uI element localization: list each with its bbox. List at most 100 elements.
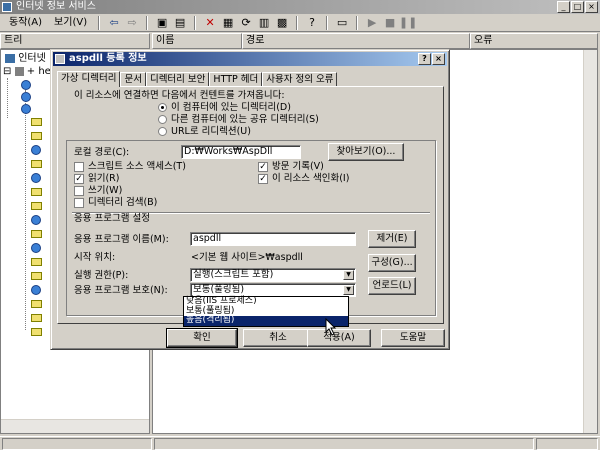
apply-button[interactable]: 적용(A) [307,329,371,347]
folder-icon [31,300,42,308]
app-name-label: 응용 프로그램 이름(M): [74,234,169,245]
radio-local-directory-label: 이 컴퓨터에 있는 디렉터리(D) [171,102,291,113]
checkbox-write-label: 쓰기(W) [88,185,123,196]
forward-arrow-icon[interactable]: ⇨ [124,15,140,30]
refresh-icon[interactable]: ⟳ [238,15,254,30]
website-globe-icon [21,80,31,90]
tree-header[interactable]: 트리 [0,33,150,49]
menu-toolbar: 동작(A) 보기(V) ⇦ ⇨ ▣ ▤ ✕ ▦ ⟳ ▥ ▩ ? ▭ ▶ ■ ❚❚ [0,14,600,32]
menu-action[interactable]: 동작(A) [4,16,47,30]
pause-icon[interactable]: ❚❚ [399,15,417,30]
start-point-value: <기본 웹 사이트>₩aspdll [191,252,303,263]
checkbox-script-source[interactable] [74,162,84,172]
app-settings-heading: 응용 프로그램 설정 [74,213,150,224]
checkbox-directory-browsing-label: 디렉터리 검색(B) [88,197,158,208]
folder-icon [31,230,42,238]
browse-button[interactable]: 찾아보기(O)... [328,143,404,161]
delete-icon[interactable]: ✕ [202,15,218,30]
tree-horizontal-scrollbar[interactable] [1,419,149,433]
properties-icon[interactable]: ▦ [220,15,236,30]
virtual-dir-icon [31,145,41,155]
folder-icon [31,188,42,196]
tree-item-root[interactable]: 인터넷 [5,53,46,65]
option-high[interactable]: 높음(격리됨) [184,315,348,326]
checkbox-index-resource[interactable]: ✓ [258,174,268,184]
folder-icon [31,328,42,336]
help-icon[interactable]: ? [304,15,320,30]
ok-button[interactable]: 확인 [166,328,238,348]
export-icon[interactable]: ▥ [256,15,272,30]
maximize-button[interactable]: □ [571,1,584,13]
dialog-titlebar: aspdll 등록 정보 ? × [53,52,447,66]
minimize-button[interactable]: _ [557,1,570,13]
folder-icon [31,272,42,280]
stop-icon[interactable]: ■ [382,15,398,30]
folder-icon [31,258,42,266]
radio-url-redirect[interactable] [158,127,167,136]
configure-button[interactable]: 구성(G)... [368,254,416,272]
checkbox-write[interactable] [74,186,84,196]
tab-documents[interactable]: 문서 [120,72,146,86]
iis-root-icon [5,53,15,63]
website-globe-icon [21,92,31,102]
exec-permissions-select[interactable]: 실행(스크립트 포함) ▼ [190,268,356,282]
folder-icon [31,160,42,168]
checkbox-read[interactable]: ✓ [74,174,84,184]
menu-view[interactable]: 보기(V) [49,16,92,30]
remove-button[interactable]: 제거(E) [368,230,416,248]
checkbox-script-source-label: 스크립트 소스 액세스(T) [88,161,186,172]
checkbox-log-visits[interactable]: ✓ [258,162,268,172]
local-path-input[interactable]: D:₩Works₩AspDll [181,145,301,159]
exec-permissions-label: 실행 권한(P): [74,270,129,281]
virtual-dir-icon [31,243,41,253]
help-button[interactable]: 도움말 [381,329,445,347]
chevron-down-icon[interactable]: ▼ [343,270,354,280]
app-protection-select[interactable]: 보통(풀링됨) ▼ [190,283,356,297]
virtual-dir-icon [31,215,41,225]
tab-custom-errors[interactable]: 사용자 정의 오류 [262,72,338,86]
app-name-input[interactable]: aspdll [190,232,356,246]
cancel-button[interactable]: 취소 [243,329,313,347]
iis-app-icon [2,2,12,12]
dialog-help-button[interactable]: ? [418,53,431,65]
window-titlebar: 인터넷 정보 서비스 _ □ × [0,0,600,14]
column-name[interactable]: 이름 [152,33,242,49]
tree-item-server[interactable]: ⊟ + he [3,66,51,78]
column-path[interactable]: 경로 [242,33,470,49]
up-folder-icon[interactable]: ▣ [154,15,170,30]
show-tree-icon[interactable]: ▤ [172,15,188,30]
back-arrow-icon[interactable]: ⇦ [106,15,122,30]
tab-directory-security[interactable]: 디렉터리 보안 [145,72,210,86]
mouse-pointer-icon [325,318,337,336]
folder-icon [31,132,42,140]
radio-local-directory[interactable] [158,103,167,112]
column-error[interactable]: 오류 [470,33,598,49]
checkbox-read-label: 읽기(R) [88,173,120,184]
dialog-close-button[interactable]: × [432,53,445,65]
local-path-label: 로컬 경로(C): [74,147,130,158]
play-icon[interactable]: ▶ [364,15,380,30]
checkbox-directory-browsing[interactable] [74,198,84,208]
folder-icon [31,202,42,210]
properties-dialog: aspdll 등록 정보 ? × 가상 디렉터리 문서 디렉터리 보안 HTTP… [50,49,450,350]
app-protection-label: 응용 프로그램 보호(N): [74,285,168,296]
unload-button[interactable]: 언로드(L) [368,277,416,295]
tab-http-headers[interactable]: HTTP 헤더 [209,72,263,86]
server-icon [14,66,24,76]
radio-url-redirect-label: URL로 리디렉션(U) [171,126,251,137]
dialog-icon [55,54,65,64]
list-vertical-scrollbar[interactable] [583,50,597,433]
checkbox-index-resource-label: 이 리소스 색인화(I) [272,173,350,184]
website-globe-icon [21,104,31,114]
virtual-dir-icon [31,285,41,295]
radio-share[interactable] [158,115,167,124]
virtual-dir-icon [31,173,41,183]
window-title: 인터넷 정보 서비스 [16,1,96,12]
dialog-title: aspdll 등록 정보 [69,53,147,64]
chevron-down-icon[interactable]: ▼ [343,285,354,295]
tab-virtual-directory[interactable]: 가상 디렉터리 [57,71,121,87]
computer-icon[interactable]: ▭ [334,15,350,30]
content-source-intro: 이 리소스에 연결하면 다음에서 컨텐트를 가져옵니다: [74,90,285,101]
grid-icon[interactable]: ▩ [274,15,290,30]
close-window-button[interactable]: × [585,1,598,13]
